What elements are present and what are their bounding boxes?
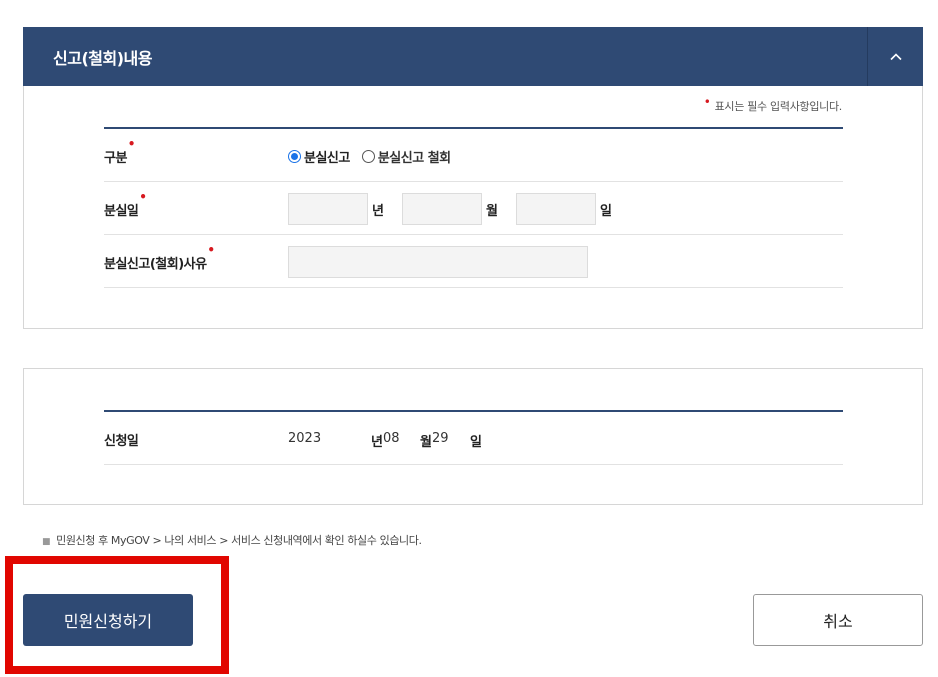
application-day-unit: 일 xyxy=(469,435,482,450)
lost-month-input[interactable] xyxy=(401,193,482,225)
notice-text: 민원신청 후 MyGOV > 나의 서비스 > 서비스 신청내역에서 확인 하실… xyxy=(56,534,422,547)
required-marker: • xyxy=(139,190,147,204)
application-table: 신청일 2023 년 08 월 29 일 xyxy=(104,410,843,465)
reason-field xyxy=(288,245,588,279)
collapse-button[interactable] xyxy=(867,27,923,86)
lost-date-fields: 년 월 일 xyxy=(288,192,630,226)
required-note-text: 표시는 필수 입력사항입니다. xyxy=(714,100,843,113)
required-marker: • xyxy=(207,243,215,257)
required-marker: • xyxy=(127,137,136,151)
report-form-table: 구분 • 분실신고 분실신고 철회 분실일 • 년 월 일 분실신고(철회)사유… xyxy=(104,127,843,288)
type-label: 구분 • xyxy=(104,137,135,166)
day-unit: 일 xyxy=(599,203,612,219)
type-radio-group: 분실신고 분실신고 철회 xyxy=(288,139,463,173)
radio-lost-report-withdraw[interactable] xyxy=(361,149,375,163)
bullet-icon: ■ xyxy=(42,537,51,547)
month-unit: 월 xyxy=(485,203,498,219)
application-date-label: 신청일 xyxy=(104,434,139,449)
application-date-panel: 신청일 2023 년 08 월 29 일 xyxy=(23,368,923,505)
required-note: • 표시는 필수 입력사항입니다. xyxy=(703,95,843,114)
application-month: 08 xyxy=(382,431,400,446)
lost-year-input[interactable] xyxy=(288,193,368,225)
application-day: 29 xyxy=(431,431,449,446)
form-row-lost-date: 분실일 • 년 월 일 xyxy=(104,182,843,235)
form-row-application-date: 신청일 2023 년 08 월 29 일 xyxy=(104,412,843,465)
radio-lost-report-label[interactable]: 분실신고 xyxy=(304,147,350,166)
cancel-button[interactable]: 취소 xyxy=(753,594,923,646)
application-year-unit: 년 xyxy=(371,435,383,450)
submit-button[interactable]: 민원신청하기 xyxy=(23,594,193,646)
year-unit: 년 xyxy=(372,203,384,219)
application-month-unit: 월 xyxy=(419,435,432,450)
notice: ■ 민원신청 후 MyGOV > 나의 서비스 > 서비스 신청내역에서 확인 하… xyxy=(42,532,422,548)
report-form-panel: • 표시는 필수 입력사항입니다. 구분 • 분실신고 분실신고 철회 분실일 • xyxy=(23,86,923,329)
chevron-up-icon xyxy=(889,52,902,60)
radio-lost-report-withdraw-label[interactable]: 분실신고 철회 xyxy=(378,147,451,166)
section-header: 신고(철회)내용 xyxy=(23,27,923,86)
reason-input[interactable] xyxy=(288,246,588,278)
radio-lost-report[interactable] xyxy=(288,149,301,163)
required-marker: • xyxy=(703,95,711,109)
form-row-reason: 분실신고(철회)사유 • xyxy=(104,235,843,288)
lost-day-input[interactable] xyxy=(515,193,596,225)
application-year: 2023 xyxy=(288,431,322,446)
reason-label: 분실신고(철회)사유 • xyxy=(104,243,215,272)
form-row-type: 구분 • 분실신고 분실신고 철회 xyxy=(104,129,843,182)
application-date-value: 2023 년 08 월 29 일 xyxy=(288,431,482,450)
section-title: 신고(철회)내용 xyxy=(53,49,152,68)
lost-date-label: 분실일 • xyxy=(104,190,147,219)
